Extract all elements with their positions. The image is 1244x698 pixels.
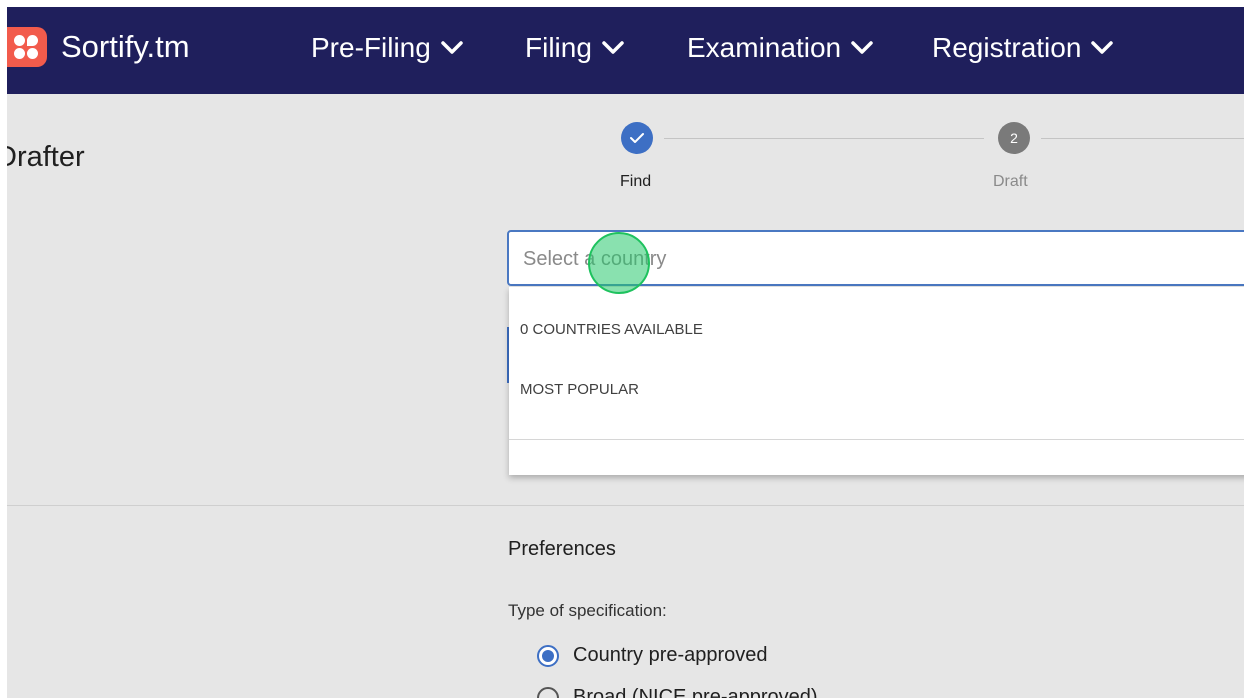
step-draft-number[interactable]: 2 [998, 122, 1030, 154]
radio-broad-nice[interactable]: Broad (NICE pre-approved) [537, 686, 818, 698]
chevron-down-icon [851, 41, 873, 54]
stepper-connector [664, 138, 984, 139]
chevron-down-icon [1091, 41, 1114, 54]
nav-item-filing[interactable]: Filing [525, 32, 624, 64]
most-popular-header: MOST POPULAR [520, 381, 639, 398]
step-label-find: Find [620, 173, 652, 190]
nav-item-label: Examination [687, 32, 842, 63]
chevron-down-icon [602, 41, 624, 54]
radio-checked-icon[interactable] [537, 644, 559, 667]
nav-item-label: Pre-Filing [311, 32, 431, 63]
top-navbar: Sortify.tm Pre-Filing Filing Examination… [7, 7, 1244, 94]
countries-available-header: 0 COUNTRIES AVAILABLE [520, 321, 703, 338]
nav-item-label: Registration [932, 32, 1082, 63]
brand-name[interactable]: Sortify.tm [61, 29, 190, 65]
nav-item-label: Filing [525, 32, 592, 63]
nav-item-pre-filing[interactable]: Pre-Filing [311, 32, 463, 64]
chevron-down-icon [441, 41, 463, 54]
brand-logo-icon[interactable] [7, 27, 47, 67]
country-dropdown-menu: 0 COUNTRIES AVAILABLE MOST POPULAR [509, 287, 1244, 475]
step-label-draft: Draft [993, 173, 1028, 190]
radio-unchecked-icon[interactable] [537, 686, 559, 698]
radio-country-pre-approved[interactable]: Country pre-approved [537, 644, 768, 667]
nav-item-registration[interactable]: Registration [932, 32, 1114, 64]
nav-item-examination[interactable]: Examination [687, 32, 873, 64]
specification-type-label: Type of specification: [508, 601, 667, 620]
stepper-connector [1041, 138, 1244, 139]
app-viewport: Sortify.tm Pre-Filing Filing Examination… [7, 7, 1244, 698]
step-number: 2 [1010, 130, 1018, 146]
check-icon [630, 133, 644, 143]
section-divider [7, 505, 1244, 506]
page-title: Drafter [7, 141, 85, 173]
dropdown-divider [509, 439, 1244, 440]
step-find-check-icon[interactable] [621, 122, 653, 154]
preferences-title: Preferences [508, 538, 616, 560]
click-indicator [588, 232, 650, 294]
radio-label: Country pre-approved [573, 644, 768, 666]
radio-label: Broad (NICE pre-approved) [573, 686, 818, 698]
